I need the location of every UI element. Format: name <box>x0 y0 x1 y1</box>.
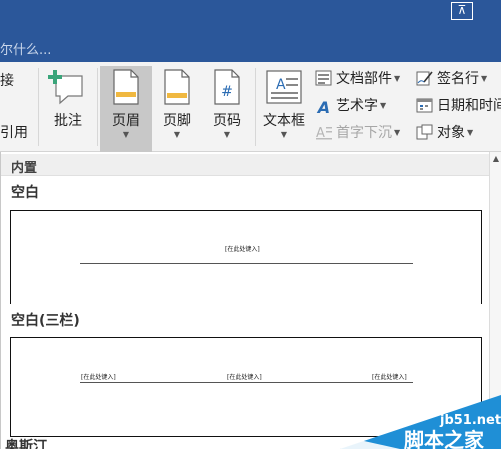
ribbon-insert: 接 引用 批注 页眉 ▼ 页脚 ▼ # 页码 ▼ A 文本框 ▼ 文档部件 ▼ … <box>0 62 501 152</box>
comment-label: 批注 <box>54 113 82 129</box>
svg-text:#: # <box>221 84 233 100</box>
comment-button[interactable]: 批注 <box>42 62 94 152</box>
watermark-brand: 脚本之家 <box>404 428 484 449</box>
textbox-icon: A <box>266 70 302 104</box>
footer-icon <box>164 69 190 105</box>
placeholder-text: [在此处键入] <box>225 246 260 253</box>
ribbon-cut-label-bottom[interactable]: 引用 <box>0 122 28 144</box>
comment-icon <box>48 70 83 105</box>
chevron-down-icon: ▼ <box>223 130 231 139</box>
wordart-button[interactable]: A 艺术字 ▼ <box>315 95 386 117</box>
page-number-button[interactable]: # 页码 ▼ <box>202 62 252 152</box>
header-divider <box>80 263 413 264</box>
chevron-down-icon: ▼ <box>280 130 288 139</box>
chevron-down-icon: ▼ <box>394 74 401 83</box>
footer-label: 页脚 <box>163 113 191 129</box>
drop-cap-button[interactable]: A 首字下沉 ▼ <box>315 122 400 144</box>
chevron-down-icon: ▼ <box>173 130 181 139</box>
gallery-item-blank[interactable]: [在此处键入] <box>10 210 482 304</box>
object-icon <box>416 124 433 140</box>
textbox-button[interactable]: A 文本框 ▼ <box>257 62 311 152</box>
placeholder-text-right: [在此处键入] <box>372 374 407 381</box>
watermark: jb51.net 脚本之家 <box>340 395 501 449</box>
wordart-icon: A <box>317 98 331 117</box>
section-title: 内置 <box>11 161 38 176</box>
chevron-down-icon: ▼ <box>380 101 387 110</box>
header-label: 页眉 <box>112 113 140 129</box>
date-time-label: 日期和时间 <box>437 98 501 114</box>
tell-me-search[interactable]: 尔什么... <box>0 39 51 58</box>
header-icon <box>113 69 139 105</box>
scroll-up-icon[interactable]: ▲ <box>490 154 501 166</box>
page-number-icon: # <box>214 69 240 105</box>
placeholder-text-center: [在此处键入] <box>227 374 262 381</box>
gallery-item-title-austin[interactable]: 奥斯汀 <box>5 436 47 449</box>
drop-cap-label: 首字下沉 <box>336 125 392 141</box>
signature-line-label: 签名行 <box>437 71 479 87</box>
object-label: 对象 <box>437 125 465 141</box>
ribbon-display-icon[interactable]: ⊼ <box>451 2 473 20</box>
header-divider <box>80 382 413 383</box>
object-button[interactable]: 对象 ▼ <box>416 122 473 144</box>
svg-text:A: A <box>316 126 325 140</box>
header-button[interactable]: 页眉 ▼ <box>100 66 152 152</box>
signature-line-icon <box>416 71 433 86</box>
drop-cap-icon: A <box>316 126 332 140</box>
chevron-down-icon: ▼ <box>394 128 401 137</box>
page-number-label: 页码 <box>213 113 241 129</box>
ribbon-cut-label-top[interactable]: 接 <box>0 70 14 92</box>
chevron-down-icon: ▼ <box>467 128 474 137</box>
quick-parts-label: 文档部件 <box>336 71 392 87</box>
gallery-section-header: 内置 <box>1 154 489 176</box>
quick-parts-button[interactable]: 文档部件 ▼ <box>315 68 400 90</box>
title-bar: 尔什么... ⊼ <box>0 0 501 62</box>
footer-button[interactable]: 页脚 ▼ <box>152 62 202 152</box>
svg-text:A: A <box>276 77 286 93</box>
calendar-icon <box>416 98 433 113</box>
chevron-down-icon: ▼ <box>481 74 488 83</box>
placeholder-text-left: [在此处键入] <box>81 374 116 381</box>
textbox-label: 文本框 <box>263 113 305 129</box>
gallery-item-title-blank[interactable]: 空白 <box>11 182 39 202</box>
wordart-label: 艺术字 <box>336 98 378 114</box>
quick-parts-icon <box>315 70 332 86</box>
gallery-item-title-blank-three-columns[interactable]: 空白(三栏) <box>11 310 80 330</box>
date-time-button[interactable]: 日期和时间 <box>416 95 501 117</box>
signature-line-button[interactable]: 签名行 ▼ <box>416 68 487 90</box>
chevron-down-icon: ▼ <box>122 130 130 139</box>
